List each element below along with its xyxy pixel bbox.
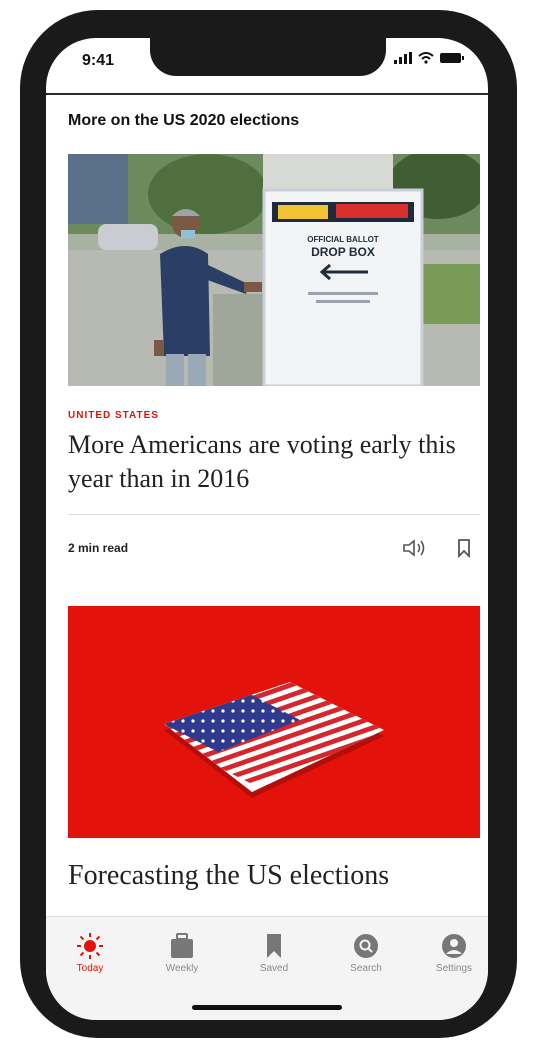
tab-today[interactable]: Today [60, 931, 120, 974]
tab-search[interactable]: Search [336, 931, 396, 974]
article1-divider [68, 514, 480, 515]
tab-search-label: Search [350, 963, 382, 974]
status-icons [394, 52, 464, 64]
status-time: 9:41 [82, 52, 115, 69]
us-flag-illustration [68, 606, 480, 838]
tab-weekly[interactable]: Weekly [152, 931, 212, 974]
sun-icon [77, 933, 103, 959]
tab-saved[interactable]: Saved [244, 931, 304, 974]
article2-headline[interactable]: Forecasting the US elections [68, 860, 480, 892]
ballot-box-photo: OFFICIAL BALLOT DROP BOX [68, 154, 480, 386]
bookmark-filled-icon [267, 934, 281, 958]
battery-icon [440, 53, 464, 63]
bookmark-icon [458, 539, 470, 559]
search-icon [354, 934, 378, 958]
header-divider [46, 93, 488, 95]
bookmark-button[interactable] [456, 538, 472, 559]
tab-today-label: Today [76, 963, 104, 974]
section-title: More on the US 2020 elections [68, 112, 300, 129]
listen-button[interactable] [402, 538, 428, 558]
device-notch [150, 38, 386, 76]
speaker-icon [403, 539, 425, 557]
tab-saved-label: Saved [259, 963, 289, 974]
tab-settings-label: Settings [435, 963, 473, 974]
sign-line2: DROP BOX [311, 245, 375, 259]
user-icon [442, 934, 466, 958]
article1-kicker: UNITED STATES [68, 410, 159, 421]
article1-image[interactable]: OFFICIAL BALLOT DROP BOX [68, 154, 480, 386]
tab-settings[interactable]: Settings [424, 931, 484, 974]
tab-weekly-label: Weekly [165, 963, 199, 974]
app-screen: 9:41 More on the US 2020 elections OFFIC… [46, 38, 488, 1020]
article1-read-time: 2 min read [68, 541, 129, 555]
wifi-icon [418, 52, 434, 64]
home-indicator [192, 1005, 342, 1010]
signal-icon [394, 52, 412, 64]
briefcase-icon [171, 933, 193, 958]
sign-line1: OFFICIAL BALLOT [307, 235, 379, 244]
article1-headline[interactable]: More Americans are voting early this yea… [68, 428, 468, 496]
article2-image[interactable] [68, 606, 480, 838]
tab-bar: Today Weekly Saved Search Settings [46, 916, 488, 1020]
